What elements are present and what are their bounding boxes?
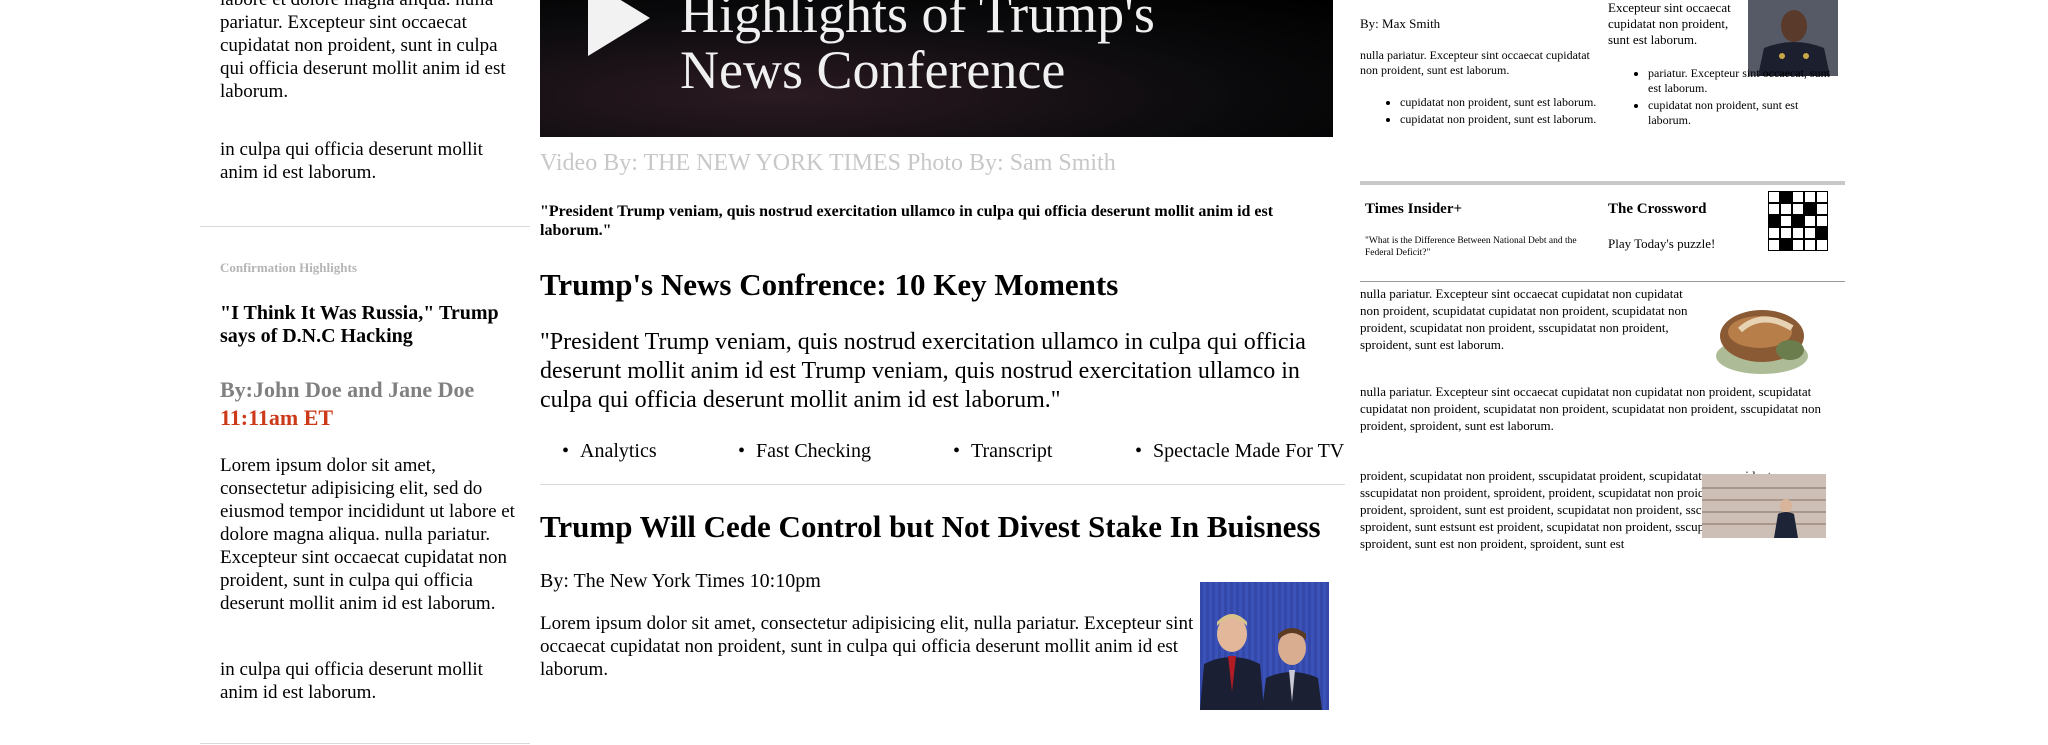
left-top-extra: in culpa qui officia deserunt mollit ani… bbox=[220, 139, 483, 183]
officer-photo[interactable] bbox=[1748, 0, 1838, 76]
right-divider-thin bbox=[1360, 281, 1845, 282]
left-divider-bottom bbox=[200, 743, 530, 744]
list-item: cupidatat non proident, sunt est laborum… bbox=[1400, 95, 1600, 110]
left-headline-link[interactable]: "I Think It Was Russia," Trump says of D… bbox=[220, 302, 520, 348]
left-body-second: in culpa qui officia deserunt mollit ani… bbox=[220, 659, 483, 703]
headline-key-moments[interactable]: Trump's News Confrence: 10 Key Moments bbox=[540, 266, 1118, 304]
crossword-icon[interactable] bbox=[1768, 191, 1828, 251]
video-title-line-2: News Conference bbox=[680, 40, 1066, 100]
list-item: cupidatat non proident, sunt est laborum… bbox=[1648, 98, 1838, 128]
center-summary: Lorem ipsum dolor sit amet, consectetur … bbox=[540, 613, 1194, 680]
featured-quote-small: "President Trump veniam, quis nostrud ex… bbox=[540, 203, 1274, 239]
right-list: cupidatat non proident, sunt est laborum… bbox=[1360, 95, 1600, 129]
center-divider bbox=[540, 484, 1345, 485]
right-paragraph-1: nulla pariatur. Excepteur sint occaecat … bbox=[1360, 286, 1688, 352]
list-item: pariatur. Excepteur sint occaecat, sunt … bbox=[1648, 66, 1838, 96]
food-photo[interactable] bbox=[1700, 290, 1828, 382]
crossword-title[interactable]: The Crossword bbox=[1608, 201, 1706, 218]
right-col2-text: Excepteur sint occaecat cupidatat non pr… bbox=[1608, 0, 1731, 47]
tab-analytics[interactable]: Analytics bbox=[562, 440, 657, 463]
tab-transcript[interactable]: Transcript bbox=[953, 440, 1053, 463]
left-timestamp: 11:11am ET bbox=[220, 405, 334, 430]
times-insider-text[interactable]: "What is the Difference Between National… bbox=[1365, 235, 1595, 259]
left-body: Lorem ipsum dolor sit amet, consectetur … bbox=[220, 455, 515, 614]
video-title-line-1: Highlights of Trump's bbox=[680, 0, 1155, 44]
article-photo[interactable] bbox=[1200, 582, 1329, 710]
list-item: cupidatat non proident, sunt est laborum… bbox=[1400, 112, 1600, 127]
photo-illustration bbox=[1700, 290, 1828, 382]
right-paragraph-2: nulla pariatur. Excepteur sint occaecat … bbox=[1360, 384, 1822, 433]
video-title: Highlights of Trump's News Conference bbox=[680, 0, 1155, 98]
play-icon[interactable] bbox=[588, 0, 650, 56]
center-byline: By: The New York Times 10:10pm bbox=[540, 570, 821, 592]
left-byline: By:John Doe and Jane Doe bbox=[220, 377, 475, 402]
headline-cede-control[interactable]: Trump Will Cede Control but Not Divest S… bbox=[540, 508, 1321, 546]
left-top-text: labore et dolore magna aliqua. nulla par… bbox=[220, 0, 520, 103]
right-paragraph: nulla pariatur. Excepteur sint occaecat … bbox=[1360, 48, 1590, 77]
times-insider-title[interactable]: Times Insider+ bbox=[1365, 201, 1462, 218]
right-byline: By: Max Smith bbox=[1360, 16, 1441, 31]
photo-illustration bbox=[1702, 474, 1826, 538]
right-divider-thick bbox=[1360, 181, 1845, 185]
left-top-paragraph: labore et dolore magna aliqua. nulla par… bbox=[220, 0, 506, 102]
crossword-link[interactable]: Play Today's puzzle! bbox=[1608, 236, 1715, 252]
stadium-photo[interactable] bbox=[1702, 474, 1826, 538]
tab-fast-checking[interactable]: Fast Checking bbox=[738, 440, 871, 463]
left-divider-top bbox=[200, 226, 530, 227]
featured-quote-large: "President Trump veniam, quis nostrud ex… bbox=[540, 329, 1306, 413]
video-player[interactable]: Highlights of Trump's News Conference bbox=[540, 0, 1333, 137]
video-credit: Video By: THE NEW YORK TIMES Photo By: S… bbox=[540, 150, 1116, 176]
tab-spectacle[interactable]: Spectacle Made For TV bbox=[1135, 440, 1344, 463]
photo-illustration bbox=[1200, 582, 1329, 710]
section-label[interactable]: Confirmation Highlights bbox=[220, 260, 357, 276]
photo-illustration bbox=[1748, 0, 1838, 76]
right-list-2: pariatur. Excepteur sint occaecat, sunt … bbox=[1608, 66, 1838, 130]
